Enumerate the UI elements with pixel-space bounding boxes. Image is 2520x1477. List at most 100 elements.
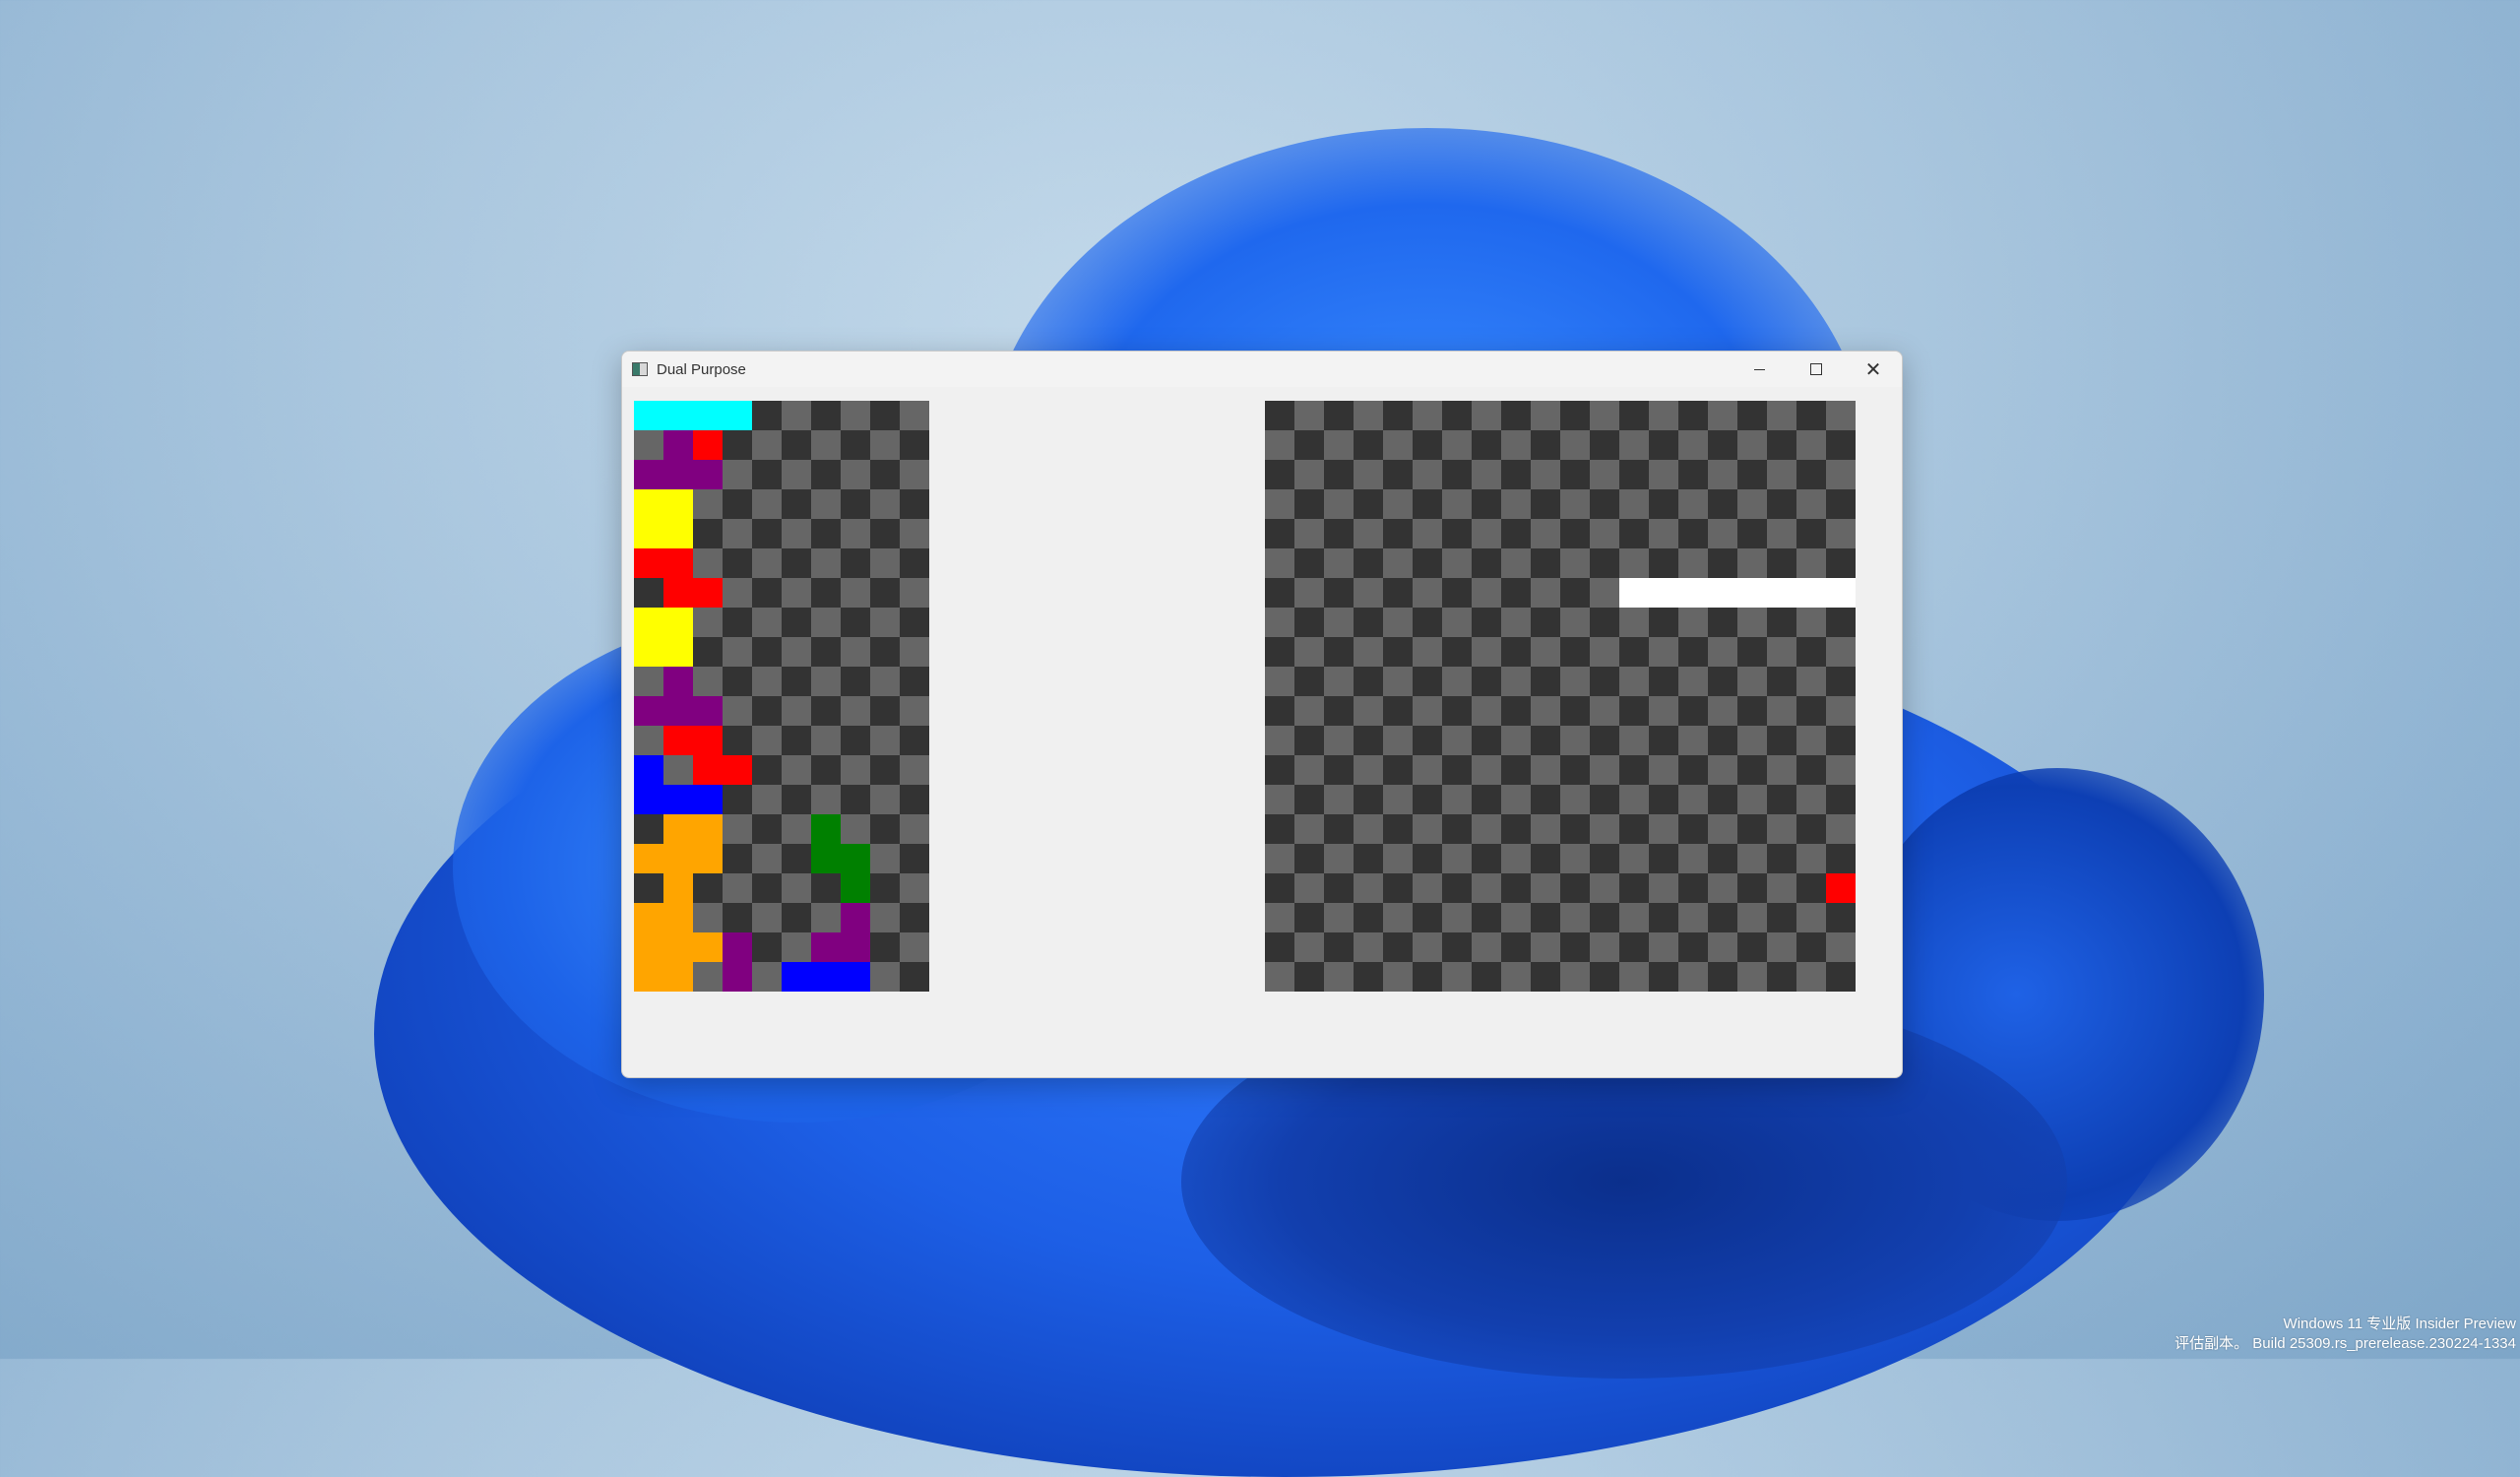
empty-cell bbox=[1383, 696, 1413, 726]
empty-cell bbox=[1531, 637, 1560, 667]
empty-cell bbox=[782, 785, 811, 814]
empty-cell bbox=[811, 873, 841, 903]
empty-cell bbox=[1294, 873, 1324, 903]
empty-cell bbox=[1737, 489, 1767, 519]
empty-cell bbox=[900, 460, 929, 489]
maximize-button[interactable] bbox=[1788, 352, 1845, 387]
empty-cell bbox=[1796, 489, 1826, 519]
empty-cell bbox=[1649, 489, 1678, 519]
empty-cell bbox=[1442, 519, 1472, 548]
empty-cell bbox=[1354, 785, 1383, 814]
empty-cell bbox=[1383, 962, 1413, 992]
block-cell bbox=[1678, 578, 1708, 608]
empty-cell bbox=[1324, 755, 1354, 785]
empty-cell bbox=[1501, 932, 1531, 962]
empty-cell bbox=[1531, 489, 1560, 519]
empty-cell bbox=[900, 430, 929, 460]
empty-cell bbox=[1442, 578, 1472, 608]
title-bar[interactable]: Dual Purpose ✕ bbox=[622, 352, 1902, 387]
empty-cell bbox=[1501, 755, 1531, 785]
empty-cell bbox=[1767, 755, 1796, 785]
empty-cell bbox=[870, 932, 900, 962]
empty-cell bbox=[1560, 785, 1590, 814]
block-cell bbox=[1619, 578, 1649, 608]
empty-cell bbox=[1708, 696, 1737, 726]
empty-cell bbox=[1826, 696, 1856, 726]
empty-cell bbox=[1294, 637, 1324, 667]
empty-cell bbox=[1619, 608, 1649, 637]
empty-cell bbox=[1590, 696, 1619, 726]
empty-cell bbox=[1826, 430, 1856, 460]
empty-cell bbox=[1737, 962, 1767, 992]
empty-cell bbox=[1294, 844, 1324, 873]
empty-cell bbox=[1324, 578, 1354, 608]
empty-cell bbox=[1413, 578, 1442, 608]
empty-cell bbox=[1708, 519, 1737, 548]
block-cell bbox=[693, 844, 723, 873]
empty-cell bbox=[1324, 726, 1354, 755]
empty-cell bbox=[1678, 932, 1708, 962]
empty-cell bbox=[1767, 814, 1796, 844]
empty-cell bbox=[1531, 932, 1560, 962]
minimize-button[interactable] bbox=[1731, 352, 1788, 387]
empty-cell bbox=[841, 667, 870, 696]
block-cell bbox=[811, 814, 841, 844]
empty-cell bbox=[1442, 696, 1472, 726]
empty-cell bbox=[1649, 962, 1678, 992]
block-cell bbox=[663, 667, 693, 696]
empty-cell bbox=[634, 814, 663, 844]
empty-cell bbox=[1560, 755, 1590, 785]
empty-cell bbox=[723, 696, 752, 726]
empty-cell bbox=[811, 785, 841, 814]
empty-cell bbox=[1472, 430, 1501, 460]
empty-cell bbox=[1560, 932, 1590, 962]
empty-cell bbox=[1737, 460, 1767, 489]
empty-cell bbox=[1678, 460, 1708, 489]
empty-cell bbox=[782, 548, 811, 578]
empty-cell bbox=[1531, 962, 1560, 992]
empty-cell bbox=[841, 785, 870, 814]
empty-cell bbox=[1501, 814, 1531, 844]
empty-cell bbox=[693, 962, 723, 992]
empty-cell bbox=[811, 608, 841, 637]
empty-cell bbox=[870, 873, 900, 903]
empty-cell bbox=[1472, 578, 1501, 608]
block-cell bbox=[782, 962, 811, 992]
empty-cell bbox=[1560, 430, 1590, 460]
block-cell bbox=[693, 578, 723, 608]
empty-cell bbox=[1324, 608, 1354, 637]
empty-cell bbox=[1678, 401, 1708, 430]
empty-cell bbox=[1442, 489, 1472, 519]
empty-cell bbox=[1708, 489, 1737, 519]
empty-cell bbox=[782, 844, 811, 873]
empty-cell bbox=[1472, 844, 1501, 873]
block-cell bbox=[634, 844, 663, 873]
empty-cell bbox=[1826, 519, 1856, 548]
empty-cell bbox=[1826, 903, 1856, 932]
empty-cell bbox=[1354, 962, 1383, 992]
empty-cell bbox=[752, 608, 782, 637]
empty-cell bbox=[1324, 460, 1354, 489]
empty-cell bbox=[1501, 519, 1531, 548]
empty-cell bbox=[1767, 696, 1796, 726]
empty-cell bbox=[1413, 785, 1442, 814]
empty-cell bbox=[1590, 489, 1619, 519]
empty-cell bbox=[723, 548, 752, 578]
empty-cell bbox=[1737, 608, 1767, 637]
empty-cell bbox=[1354, 696, 1383, 726]
empty-cell bbox=[841, 489, 870, 519]
close-button[interactable]: ✕ bbox=[1845, 352, 1902, 387]
empty-cell bbox=[1678, 726, 1708, 755]
empty-cell bbox=[811, 726, 841, 755]
block-cell bbox=[693, 430, 723, 460]
empty-cell bbox=[811, 430, 841, 460]
empty-cell bbox=[900, 696, 929, 726]
empty-cell bbox=[1649, 844, 1678, 873]
empty-cell bbox=[811, 667, 841, 696]
empty-cell bbox=[1826, 962, 1856, 992]
empty-cell bbox=[1796, 696, 1826, 726]
empty-cell bbox=[723, 608, 752, 637]
empty-cell bbox=[1619, 667, 1649, 696]
empty-cell bbox=[1413, 903, 1442, 932]
empty-cell bbox=[1737, 726, 1767, 755]
